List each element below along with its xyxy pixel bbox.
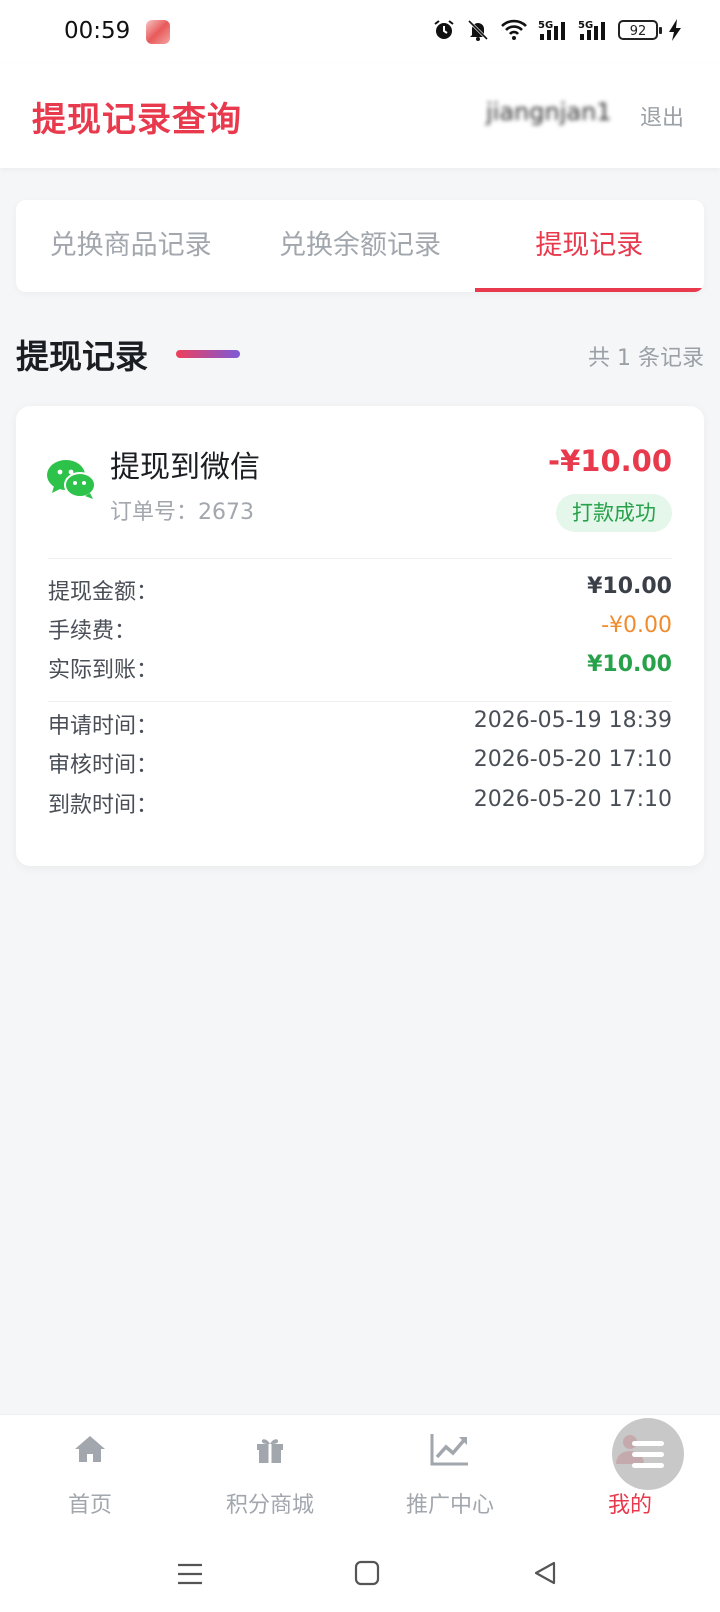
section-title-accent <box>176 350 240 358</box>
time-value: 2026-05-20 17:10 <box>473 747 672 772</box>
time-value: 2026-05-20 17:10 <box>473 787 672 812</box>
order-label: 订单号： <box>110 500 199 525</box>
back-icon[interactable] <box>532 1560 558 1586</box>
app-notification-icon <box>146 20 170 44</box>
logout-link[interactable]: 退出 <box>640 100 684 132</box>
charging-icon <box>669 19 681 41</box>
time-row-review: 审核时间： 2026-05-20 17:10 <box>48 747 672 781</box>
time-label: 到款时间： <box>48 793 159 818</box>
mute-bell-icon <box>467 19 489 41</box>
page-header: 提现记录查询 jiangnjan1 退出 <box>0 64 720 168</box>
order-number: 订单号：2673 <box>110 494 254 526</box>
home-button-icon[interactable] <box>354 1560 380 1586</box>
time-row-apply: 申请时间： 2026-05-19 18:39 <box>48 708 672 742</box>
detail-row-fee: 手续费： -¥0.00 <box>48 613 672 647</box>
time-row-paid: 到款时间： 2026-05-20 17:10 <box>48 787 672 821</box>
detail-value: -¥0.00 <box>601 613 672 638</box>
svg-text:5G: 5G <box>538 20 553 31</box>
card-divider <box>48 558 672 559</box>
home-icon <box>75 1436 105 1462</box>
menu-line <box>632 1441 664 1446</box>
signal-5g-icon-2: 5G <box>578 20 605 40</box>
nav-label: 积分商城 <box>225 1493 314 1518</box>
record-amount: -¥10.00 <box>548 444 672 478</box>
status-bar: 00:59 5G 5G 92 <box>0 0 720 64</box>
record-tabs: 兑换商品记录 兑换余额记录 提现记录 <box>16 200 704 292</box>
battery-icon: 92 <box>618 20 662 40</box>
system-nav-bar <box>0 1532 720 1612</box>
tab-withdraw[interactable]: 提现记录 <box>474 200 704 292</box>
record-count: 共 1 条记录 <box>588 346 704 371</box>
detail-value: ¥10.00 <box>587 652 672 677</box>
order-value: 2673 <box>198 500 255 525</box>
status-time: 00:59 <box>64 18 131 44</box>
wifi-icon <box>501 19 527 40</box>
username: jiangnjan1 <box>486 98 612 126</box>
floating-menu-button[interactable] <box>612 1418 684 1490</box>
recent-apps-icon[interactable] <box>176 1562 204 1586</box>
tab-exchange-balance[interactable]: 兑换余额记录 <box>245 200 474 292</box>
nav-label: 推广中心 <box>405 1493 494 1518</box>
time-label: 申请时间： <box>48 714 159 739</box>
nav-points-mall[interactable]: 积分商城 <box>180 1415 360 1533</box>
trend-chart-icon <box>430 1434 468 1466</box>
bottom-nav: 首页 积分商城 推广中心 我的 <box>0 1414 720 1533</box>
nav-label: 首页 <box>67 1493 112 1518</box>
nav-label: 我的 <box>607 1493 652 1518</box>
section-title: 提现记录 <box>16 337 148 376</box>
menu-line <box>632 1452 664 1457</box>
wechat-icon <box>47 460 96 499</box>
time-label: 审核时间： <box>48 753 159 778</box>
gift-icon <box>257 1439 283 1463</box>
detail-label: 实际到账： <box>48 658 159 683</box>
nav-promotion-center[interactable]: 推广中心 <box>360 1415 540 1533</box>
nav-home[interactable]: 首页 <box>0 1415 180 1533</box>
detail-row-amount: 提现金额： ¥10.00 <box>48 574 672 608</box>
card-divider <box>48 701 672 702</box>
detail-value: ¥10.00 <box>587 574 672 599</box>
time-value: 2026-05-19 18:39 <box>473 708 672 733</box>
status-icons: 5G 5G 92 <box>432 18 682 42</box>
detail-label: 提现金额： <box>48 580 159 605</box>
detail-row-received: 实际到账： ¥10.00 <box>48 652 672 686</box>
alarm-icon <box>434 20 454 39</box>
tab-exchange-goods[interactable]: 兑换商品记录 <box>16 200 245 292</box>
withdraw-record-card[interactable]: 提现到微信 订单号：2673 -¥10.00 打款成功 提现金额： ¥10.00… <box>16 406 704 866</box>
svg-text:5G: 5G <box>578 20 593 31</box>
page-title: 提现记录查询 <box>32 100 242 140</box>
detail-label: 手续费： <box>48 619 137 644</box>
signal-5g-icon: 5G <box>538 20 565 40</box>
menu-line <box>632 1463 664 1468</box>
record-title: 提现到微信 <box>110 450 260 485</box>
status-badge: 打款成功 <box>556 494 672 532</box>
